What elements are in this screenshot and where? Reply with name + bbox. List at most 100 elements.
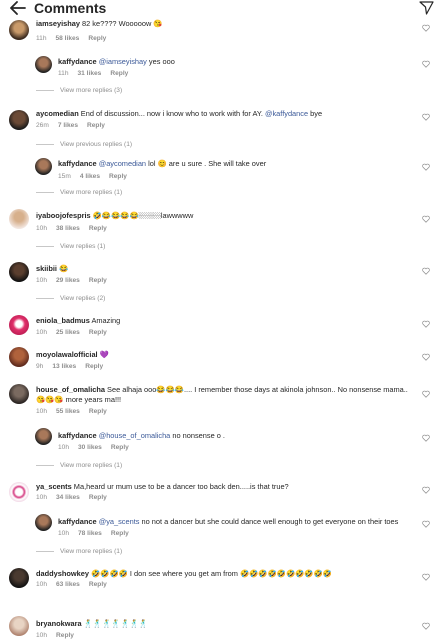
view-more-replies[interactable]: View more replies (3) xyxy=(36,87,122,94)
comment-likes[interactable]: 29 likes xyxy=(56,277,80,284)
comment-username[interactable]: daddyshowkey xyxy=(36,569,89,578)
heart-icon[interactable] xyxy=(422,486,430,494)
comment-time: 10h xyxy=(36,329,48,336)
comment-likes[interactable]: 4 likes xyxy=(80,173,100,180)
comment-username[interactable]: bryanokwara xyxy=(36,619,82,628)
back-arrow-icon[interactable] xyxy=(10,1,26,15)
send-icon[interactable] xyxy=(419,1,434,15)
reply-button[interactable]: Reply xyxy=(88,35,106,42)
comment-likes[interactable]: 63 likes xyxy=(56,581,80,588)
avatar[interactable] xyxy=(35,56,52,73)
reply-button[interactable]: Reply xyxy=(111,530,129,537)
comment-username[interactable]: aycomedian xyxy=(36,109,79,118)
comment-username[interactable]: iyaboojofespris xyxy=(36,211,91,220)
heart-icon[interactable] xyxy=(422,390,430,398)
heart-icon[interactable] xyxy=(422,320,430,328)
view-replies[interactable]: View replies (2) xyxy=(36,295,105,302)
view-more-replies[interactable]: View more replies (1) xyxy=(36,548,122,555)
heart-icon[interactable] xyxy=(422,622,430,630)
heart-icon[interactable] xyxy=(422,60,430,68)
avatar[interactable] xyxy=(35,514,52,531)
comment-time: 10h xyxy=(36,408,48,415)
avatar[interactable] xyxy=(9,315,29,335)
avatar[interactable] xyxy=(9,347,29,367)
comment-time: 10h xyxy=(36,581,48,588)
mention-link[interactable]: @iamseyishay xyxy=(99,57,147,66)
reply-button[interactable]: Reply xyxy=(56,632,74,639)
header-bar: Comments xyxy=(0,0,444,16)
comment-time: 10h xyxy=(58,444,70,451)
reply-button[interactable]: Reply xyxy=(89,581,107,588)
heart-icon[interactable] xyxy=(422,24,430,32)
comment-likes[interactable]: 31 likes xyxy=(78,70,102,77)
heart-icon[interactable] xyxy=(422,573,430,581)
comment-username[interactable]: ya_scents xyxy=(36,482,72,491)
reply-button[interactable]: Reply xyxy=(85,363,103,370)
comment-username[interactable]: kaffydance xyxy=(58,159,97,168)
comment-text-end: bye xyxy=(308,109,323,118)
mention-link[interactable]: @kaffydance xyxy=(265,109,308,118)
comment-likes[interactable]: 13 likes xyxy=(52,363,76,370)
comment-username[interactable]: kaffydance xyxy=(58,57,97,66)
comment-text: Amazing xyxy=(89,316,121,325)
heart-icon[interactable] xyxy=(422,267,430,275)
view-more-replies[interactable]: View more replies (1) xyxy=(36,462,122,469)
mention-link[interactable]: @ya_scents xyxy=(99,517,140,526)
comment-time: 10h xyxy=(36,494,48,501)
heart-icon[interactable] xyxy=(422,353,430,361)
comment-username[interactable]: skiibii xyxy=(36,264,57,273)
comment-text: 😂 xyxy=(56,264,69,273)
comment-username[interactable]: kaffydance xyxy=(58,517,97,526)
reply-button[interactable]: Reply xyxy=(89,277,107,284)
avatar[interactable] xyxy=(9,616,29,636)
reply-button[interactable]: Reply xyxy=(109,173,127,180)
comment-likes[interactable]: 38 likes xyxy=(56,225,80,232)
reply-button[interactable]: Reply xyxy=(89,329,107,336)
avatar[interactable] xyxy=(35,428,52,445)
view-more-replies[interactable]: View more replies (1) xyxy=(36,189,122,196)
avatar[interactable] xyxy=(9,482,29,502)
comment-time: 11h xyxy=(36,35,47,42)
avatar[interactable] xyxy=(9,110,29,130)
avatar[interactable] xyxy=(35,158,52,175)
avatar[interactable] xyxy=(9,209,29,229)
comment-text: 🤣😂😂😂😂🏼🏼🏼lawwwww xyxy=(90,211,194,220)
comment-text: Ma,heard ur mum use to be a dancer too b… xyxy=(71,482,289,491)
view-replies[interactable]: View replies (1) xyxy=(36,243,105,250)
comment-text: See alhaja ooo😂😂😂.... I remember those d… xyxy=(105,385,408,394)
reply-button[interactable]: Reply xyxy=(89,225,107,232)
comment-username[interactable]: house_of_omalicha xyxy=(36,385,105,394)
comment-likes[interactable]: 7 likes xyxy=(58,122,78,129)
comment-likes[interactable]: 55 likes xyxy=(56,408,80,415)
heart-icon[interactable] xyxy=(422,434,430,442)
heart-icon[interactable] xyxy=(422,113,430,121)
comment-likes[interactable]: 58 likes xyxy=(56,35,80,42)
reply-button[interactable]: Reply xyxy=(110,70,128,77)
reply-button[interactable]: Reply xyxy=(111,444,129,451)
reply-button[interactable]: Reply xyxy=(89,494,107,501)
comment-text-line2: 😘😘😘 more years ma!!! xyxy=(36,395,122,404)
comment-username[interactable]: kaffydance xyxy=(58,431,97,440)
mention-link[interactable]: @house_of_omalicha xyxy=(99,431,171,440)
avatar[interactable] xyxy=(9,262,29,282)
heart-icon[interactable] xyxy=(422,520,430,528)
comment-username[interactable]: eniola_badmus xyxy=(36,316,90,325)
view-previous-replies[interactable]: View previous replies (1) xyxy=(36,141,132,148)
comment-time: 9h xyxy=(36,363,44,370)
comment-username[interactable]: moyolawalofficial xyxy=(36,350,98,359)
avatar[interactable] xyxy=(9,20,29,40)
comment-likes[interactable]: 25 likes xyxy=(56,329,80,336)
heart-icon[interactable] xyxy=(422,215,430,223)
comment-likes[interactable]: 78 likes xyxy=(78,530,102,537)
comment-text: no not a dancer but she could dance well… xyxy=(139,517,399,526)
comment-likes[interactable]: 34 likes xyxy=(56,494,80,501)
avatar[interactable] xyxy=(9,384,29,404)
comment-username[interactable]: iamseyishay xyxy=(36,19,80,28)
mention-link[interactable]: @aycomedian xyxy=(99,159,146,168)
reply-button[interactable]: Reply xyxy=(89,408,107,415)
comment-likes[interactable]: 30 likes xyxy=(78,444,102,451)
comment-time: 15m xyxy=(58,173,71,180)
heart-icon[interactable] xyxy=(422,163,430,171)
reply-button[interactable]: Reply xyxy=(87,122,105,129)
avatar[interactable] xyxy=(9,568,29,588)
